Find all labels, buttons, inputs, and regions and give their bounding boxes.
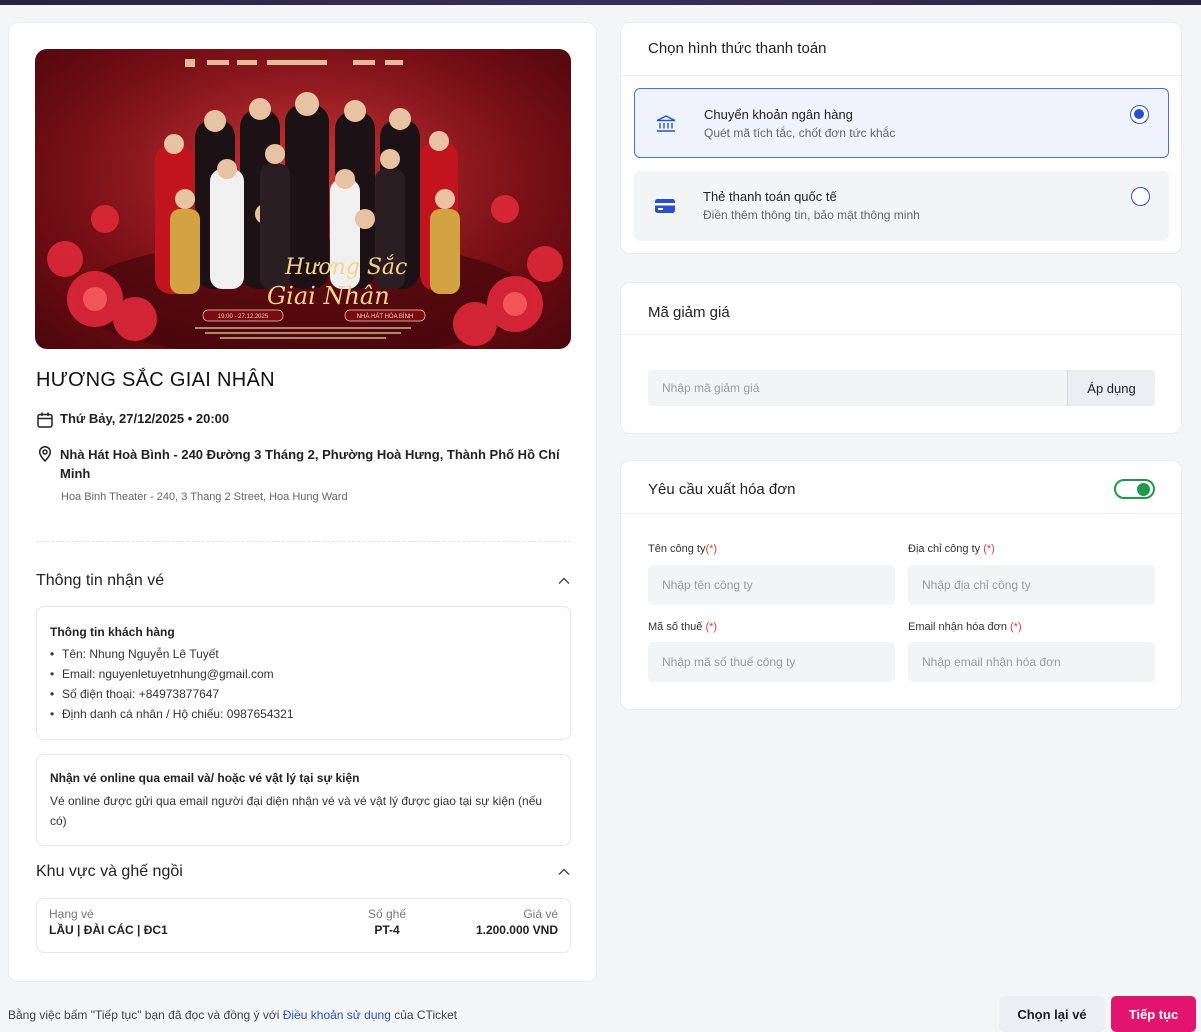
poster-venue-badge: NHÀ HÁT HÒA BÌNH: [357, 313, 414, 320]
tax-code-input[interactable]: [648, 642, 895, 682]
radio-unselected[interactable]: [1131, 187, 1150, 206]
seat-number-header: Số ghế: [368, 907, 407, 921]
event-date: Thứ Bảy, 27/12/2025 • 20:00: [60, 411, 230, 426]
ticket-info-header[interactable]: Thông tin nhận vé: [36, 572, 571, 590]
chevron-up-icon[interactable]: [557, 574, 571, 588]
event-address-row: Nhà Hát Hoà Bình - 240 Đường 3 Tháng 2, …: [36, 445, 576, 483]
seats-title: Khu vực và ghế ngồi: [36, 863, 183, 880]
event-title: HƯƠNG SẮC GIAI NHÂN: [36, 369, 275, 391]
required-mark: (*): [705, 621, 718, 633]
poster-title-line2: Giai Nhân: [267, 282, 390, 310]
seat-number-col: Số ghế PT-4: [368, 907, 406, 937]
customer-name: Tên: Nhung Nguyễn Lê Tuyết: [50, 644, 557, 664]
required-mark: (*): [705, 543, 718, 555]
event-date-row: Thứ Bảy, 27/12/2025 • 20:00: [36, 411, 229, 429]
tax-code-label: Mã số thuế (*): [648, 621, 718, 633]
invoice-email-input[interactable]: [908, 642, 1155, 682]
required-mark: (*): [1010, 621, 1022, 633]
continue-button[interactable]: Tiếp tục: [1111, 996, 1196, 1032]
invoice-email-label: Email nhận hóa đơn (*): [908, 621, 1022, 633]
seat-type-col: Hạng vé LẦU | ĐÀI CÁC | ĐC1: [49, 907, 168, 937]
customer-info-heading: Thông tin khách hàng: [50, 625, 175, 639]
company-name-input[interactable]: [648, 565, 895, 605]
event-poster: Hương Sắc Giai Nhân 19:00 - 27.12.2025 N…: [35, 49, 571, 349]
event-summary-card: Hương Sắc Giai Nhân 19:00 - 27.12.2025 N…: [8, 22, 597, 982]
poster-date-badge: 19:00 - 27.12.2025: [218, 314, 269, 320]
divider: [621, 334, 1181, 335]
customer-email: Email: nguyenletuyetnhung@gmail.com: [50, 664, 557, 684]
event-address: Nhà Hát Hoà Bình - 240 Đường 3 Tháng 2, …: [60, 447, 560, 481]
calendar-icon: [37, 412, 53, 428]
company-address-input[interactable]: [908, 565, 1155, 605]
credit-card-icon: [655, 199, 675, 213]
payment-option-desc: Điền thêm thông tin, bảo mật thông minh: [703, 208, 920, 222]
company-address-label: Địa chỉ công ty (*): [908, 543, 995, 555]
terms-link[interactable]: Điều khoản sử dụng: [283, 1008, 391, 1022]
discount-title: Mã giảm giá: [648, 304, 730, 321]
delivery-heading: Nhận vé online qua email và/ hoặc vé vật…: [50, 771, 360, 785]
event-address-english: Hoa Binh Theater - 240, 3 Thang 2 Street…: [61, 491, 348, 503]
company-name-label: Tên công ty(*): [648, 543, 718, 555]
invoice-toggle[interactable]: [1114, 479, 1155, 499]
chevron-up-icon[interactable]: [557, 865, 571, 879]
terms-note: Bằng việc bấm "Tiếp tục" bạn đã đọc và đ…: [8, 1008, 457, 1022]
terms-note-suffix: của CTicket: [390, 1008, 458, 1022]
payment-method-panel: Chọn hình thức thanh toán Chuyển khoản n…: [620, 22, 1182, 254]
seat-number-value: PT-4: [374, 923, 400, 937]
coupon-input[interactable]: [648, 370, 1067, 406]
seat-type-header: Hạng vé: [49, 907, 94, 921]
top-bar: [0, 0, 1201, 5]
customer-info-box: Thông tin khách hàng Tên: Nhung Nguyễn L…: [36, 606, 571, 740]
customer-info-list: Tên: Nhung Nguyễn Lê Tuyết Email: nguyen…: [50, 644, 557, 724]
bank-icon: [656, 115, 676, 132]
required-mark: (*): [983, 543, 995, 555]
seats-header[interactable]: Khu vực và ghế ngồi: [36, 863, 571, 881]
ticket-info-title: Thông tin nhận vé: [36, 572, 165, 589]
payment-option-bank-transfer[interactable]: Chuyển khoản ngân hàng Quét mã tích tắc,…: [634, 88, 1169, 158]
customer-phone: Số điện thoại: +84973877647: [50, 684, 557, 704]
delivery-text: Vé online được gửi qua email người đại d…: [50, 794, 543, 828]
payment-method-title: Chọn hình thức thanh toán: [648, 40, 827, 57]
toggle-knob: [1137, 483, 1150, 496]
payment-option-name: Thẻ thanh toán quốc tế: [703, 189, 837, 204]
seat-price-header: Giá vé: [523, 907, 558, 921]
invoice-title: Yêu cầu xuất hóa đơn: [648, 481, 796, 498]
seat-type-value: LẦU | ĐÀI CÁC | ĐC1: [49, 923, 168, 937]
radio-selected[interactable]: [1130, 105, 1149, 124]
coupon-row: Áp dụng: [648, 370, 1155, 406]
divider: [621, 513, 1181, 514]
payment-option-name: Chuyển khoản ngân hàng: [704, 107, 853, 122]
poster-title-line1: Hương Sắc: [284, 254, 407, 280]
location-pin-icon: [38, 446, 52, 463]
payment-option-international-card[interactable]: Thẻ thanh toán quốc tế Điền thêm thông t…: [634, 171, 1169, 241]
divider: [621, 75, 1181, 76]
payment-option-desc: Quét mã tích tắc, chốt đơn tức khắc: [704, 126, 896, 140]
seat-price-value: 1.200.000 VND: [475, 923, 558, 937]
invoice-panel: Yêu cầu xuất hóa đơn Tên công ty(*) Địa …: [620, 460, 1182, 710]
delivery-info-box: Nhận vé online qua email và/ hoặc vé vật…: [36, 754, 571, 846]
seat-table: Hạng vé LẦU | ĐÀI CÁC | ĐC1 Số ghế PT-4 …: [36, 898, 571, 953]
apply-coupon-button[interactable]: Áp dụng: [1067, 370, 1155, 406]
discount-panel: Mã giảm giá Áp dụng: [620, 282, 1182, 434]
divider: [36, 541, 571, 542]
reselect-tickets-button[interactable]: Chọn lại vé: [999, 996, 1105, 1032]
customer-id: Định danh cá nhân / Hộ chiếu: 0987654321: [50, 704, 557, 724]
terms-note-prefix: Bằng việc bấm "Tiếp tục" bạn đã đọc và đ…: [8, 1008, 283, 1022]
seat-price-col: Giá vé 1.200.000 VND: [476, 907, 558, 937]
